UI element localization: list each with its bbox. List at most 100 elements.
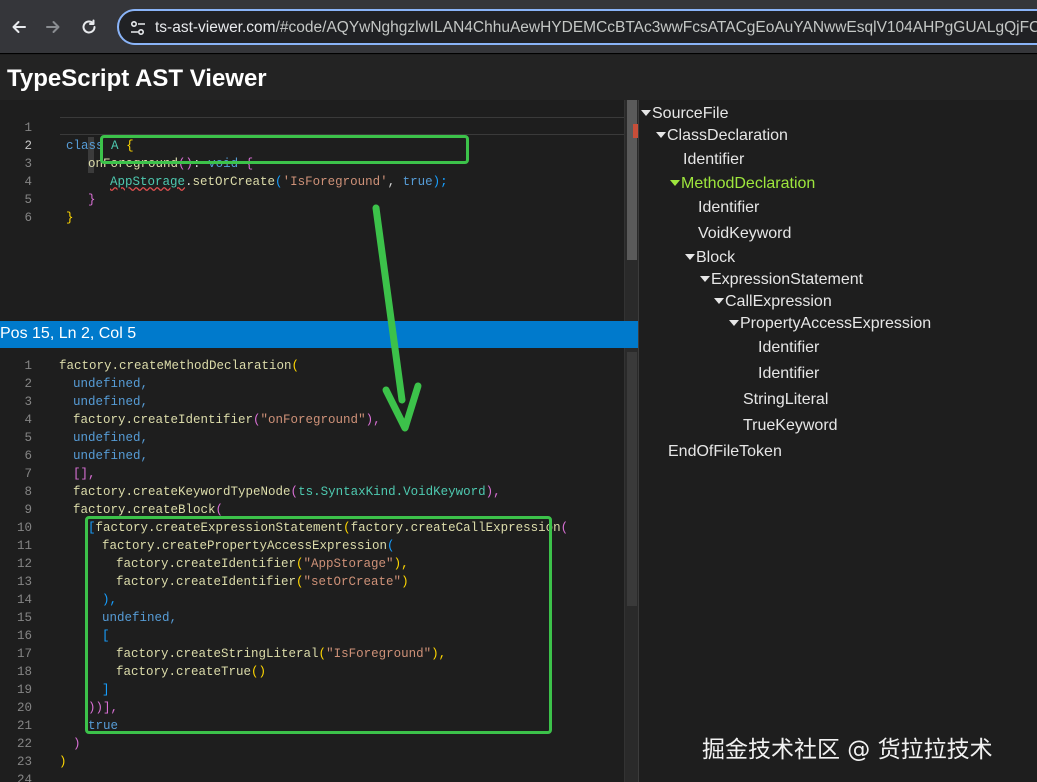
- code-line: 7 [],: [0, 465, 638, 483]
- tree-node-label: StringLiteral: [743, 391, 829, 408]
- line-number: 18: [16, 665, 32, 679]
- tree-node[interactable]: SourceFile: [641, 103, 728, 125]
- tree-node[interactable]: VoidKeyword: [698, 223, 791, 245]
- line-number: 7: [24, 467, 32, 481]
- line-number: 12: [16, 557, 32, 571]
- code-text: undefined,: [73, 395, 149, 409]
- expand-triangle-icon[interactable]: [685, 254, 695, 260]
- source-scrollbar[interactable]: [624, 100, 638, 321]
- line-number: 3: [24, 395, 32, 409]
- address-bar[interactable]: ts-ast-viewer.com/#code/AQYwNghgzlwILAN4…: [117, 9, 1037, 45]
- page-title: TypeScript AST Viewer: [7, 65, 267, 92]
- code-line: 22): [0, 735, 638, 753]
- tree-node[interactable]: CallExpression: [714, 291, 832, 313]
- tree-node-label: MethodDeclaration: [681, 175, 816, 192]
- factory-scrollbar[interactable]: [624, 348, 638, 782]
- cursor-position: Pos 15, Ln 2, Col 5: [0, 325, 137, 342]
- source-editor[interactable]: 1 class A { 2 onForeground(): void { 3 A…: [0, 100, 638, 321]
- code-text: undefined,: [73, 449, 149, 463]
- reload-icon: [82, 19, 96, 34]
- back-button[interactable]: [6, 14, 32, 40]
- tree-node-label: EndOfFileToken: [668, 443, 782, 460]
- line-number: 16: [16, 629, 32, 643]
- code-line: 5 undefined,: [0, 429, 638, 447]
- line-number: 19: [16, 683, 32, 697]
- line-number: 14: [16, 593, 32, 607]
- line-number: 23: [16, 755, 32, 769]
- tree-node[interactable]: Identifier: [698, 197, 759, 219]
- tree-node-label: CallExpression: [725, 293, 832, 310]
- expand-triangle-icon[interactable]: [700, 276, 710, 282]
- code-line: 4 factory.createIdentifier("onForeground"…: [0, 411, 638, 429]
- code-line: 2 undefined,: [0, 375, 638, 393]
- tree-node-label: VoidKeyword: [698, 225, 792, 242]
- argument-token: ts.SyntaxKind.VoidKeyword: [298, 485, 486, 499]
- line-number: 4: [24, 413, 32, 427]
- string-token: "onForeground": [260, 413, 366, 427]
- status-bar: Pos 15, Ln 2, Col 5: [0, 321, 638, 348]
- source-line: 1 class A {: [0, 101, 638, 153]
- tree-node-label: Identifier: [683, 151, 745, 168]
- line-number: 6: [24, 211, 32, 225]
- app-header: TypeScript AST Viewer: [0, 55, 1037, 100]
- browser-toolbar: ts-ast-viewer.com/#code/AQYwNghgzlwILAN4…: [0, 0, 1037, 54]
- tree-node[interactable]: ClassDeclaration: [656, 125, 788, 147]
- tree-node[interactable]: ExpressionStatement: [700, 269, 863, 291]
- code-line: 23): [0, 753, 638, 771]
- paren-token: (: [291, 359, 300, 373]
- line-number: 17: [16, 647, 32, 661]
- tree-node-label: Block: [696, 249, 736, 266]
- line-number: 15: [16, 611, 32, 625]
- code-text: undefined,: [73, 431, 149, 445]
- call-name-token: factory.createMethodDeclaration: [59, 359, 292, 373]
- tree-node-label: Identifier: [698, 199, 760, 216]
- tree-node-selected[interactable]: MethodDeclaration: [670, 173, 815, 195]
- tree-node[interactable]: EndOfFileToken: [668, 441, 782, 463]
- code-line: 1 factory.createMethodDeclaration(: [0, 357, 638, 375]
- tree-node[interactable]: Identifier: [758, 337, 819, 359]
- reload-button[interactable]: [76, 14, 102, 40]
- tree-node-label: Identifier: [758, 365, 820, 382]
- line-number: 21: [16, 719, 32, 733]
- code-line: 3 undefined,: [0, 393, 638, 411]
- expand-triangle-icon[interactable]: [641, 110, 651, 116]
- url-path: /#code/AQYwNghgzlwILAN4ChhuAewHYDEMCcBTA…: [275, 19, 1037, 36]
- call-name-token: factory.createBlock: [73, 503, 216, 517]
- paren-token: (: [215, 503, 224, 517]
- line-number: 11: [16, 539, 32, 553]
- expand-triangle-icon[interactable]: [729, 320, 739, 326]
- expand-triangle-icon[interactable]: [656, 132, 666, 138]
- tree-node-label: TrueKeyword: [743, 417, 838, 434]
- source-line: 5 }: [0, 173, 638, 225]
- line-number: 10: [16, 521, 32, 535]
- call-name-token: factory.createIdentifier: [73, 413, 254, 427]
- arrow-left-icon: [12, 21, 26, 33]
- scroll-thumb[interactable]: [627, 352, 637, 606]
- tree-node[interactable]: Block: [685, 247, 735, 269]
- tree-node[interactable]: StringLiteral: [743, 389, 828, 411]
- forward-button[interactable]: [40, 14, 66, 40]
- tree-node[interactable]: PropertyAccessExpression: [729, 313, 931, 335]
- code-text: undefined,: [73, 377, 149, 391]
- line-number: 2: [24, 377, 32, 391]
- brace-token: }: [66, 211, 74, 225]
- paren-token: (: [290, 485, 299, 499]
- expand-triangle-icon[interactable]: [714, 298, 724, 304]
- tree-node[interactable]: Identifier: [758, 363, 819, 385]
- tree-node-label: PropertyAccessExpression: [740, 315, 932, 332]
- tree-node[interactable]: TrueKeyword: [743, 415, 838, 437]
- line-number: 13: [16, 575, 32, 589]
- line-number: 9: [24, 503, 32, 517]
- url-text[interactable]: ts-ast-viewer.com/#code/AQYwNghgzlwILAN4…: [155, 19, 1037, 37]
- tree-node-label: ExpressionStatement: [711, 271, 864, 288]
- tree-node-label: SourceFile: [652, 105, 729, 122]
- code-text: ): [73, 737, 81, 751]
- code-text: [],: [73, 467, 96, 481]
- expand-triangle-icon[interactable]: [670, 180, 680, 186]
- site-info-icon[interactable]: [129, 19, 147, 37]
- line-number: 5: [24, 431, 32, 445]
- tree-node[interactable]: Identifier: [683, 149, 744, 171]
- paren-token: ),: [485, 485, 501, 499]
- line-number: 22: [16, 737, 32, 751]
- tree-node-label: Identifier: [758, 339, 820, 356]
